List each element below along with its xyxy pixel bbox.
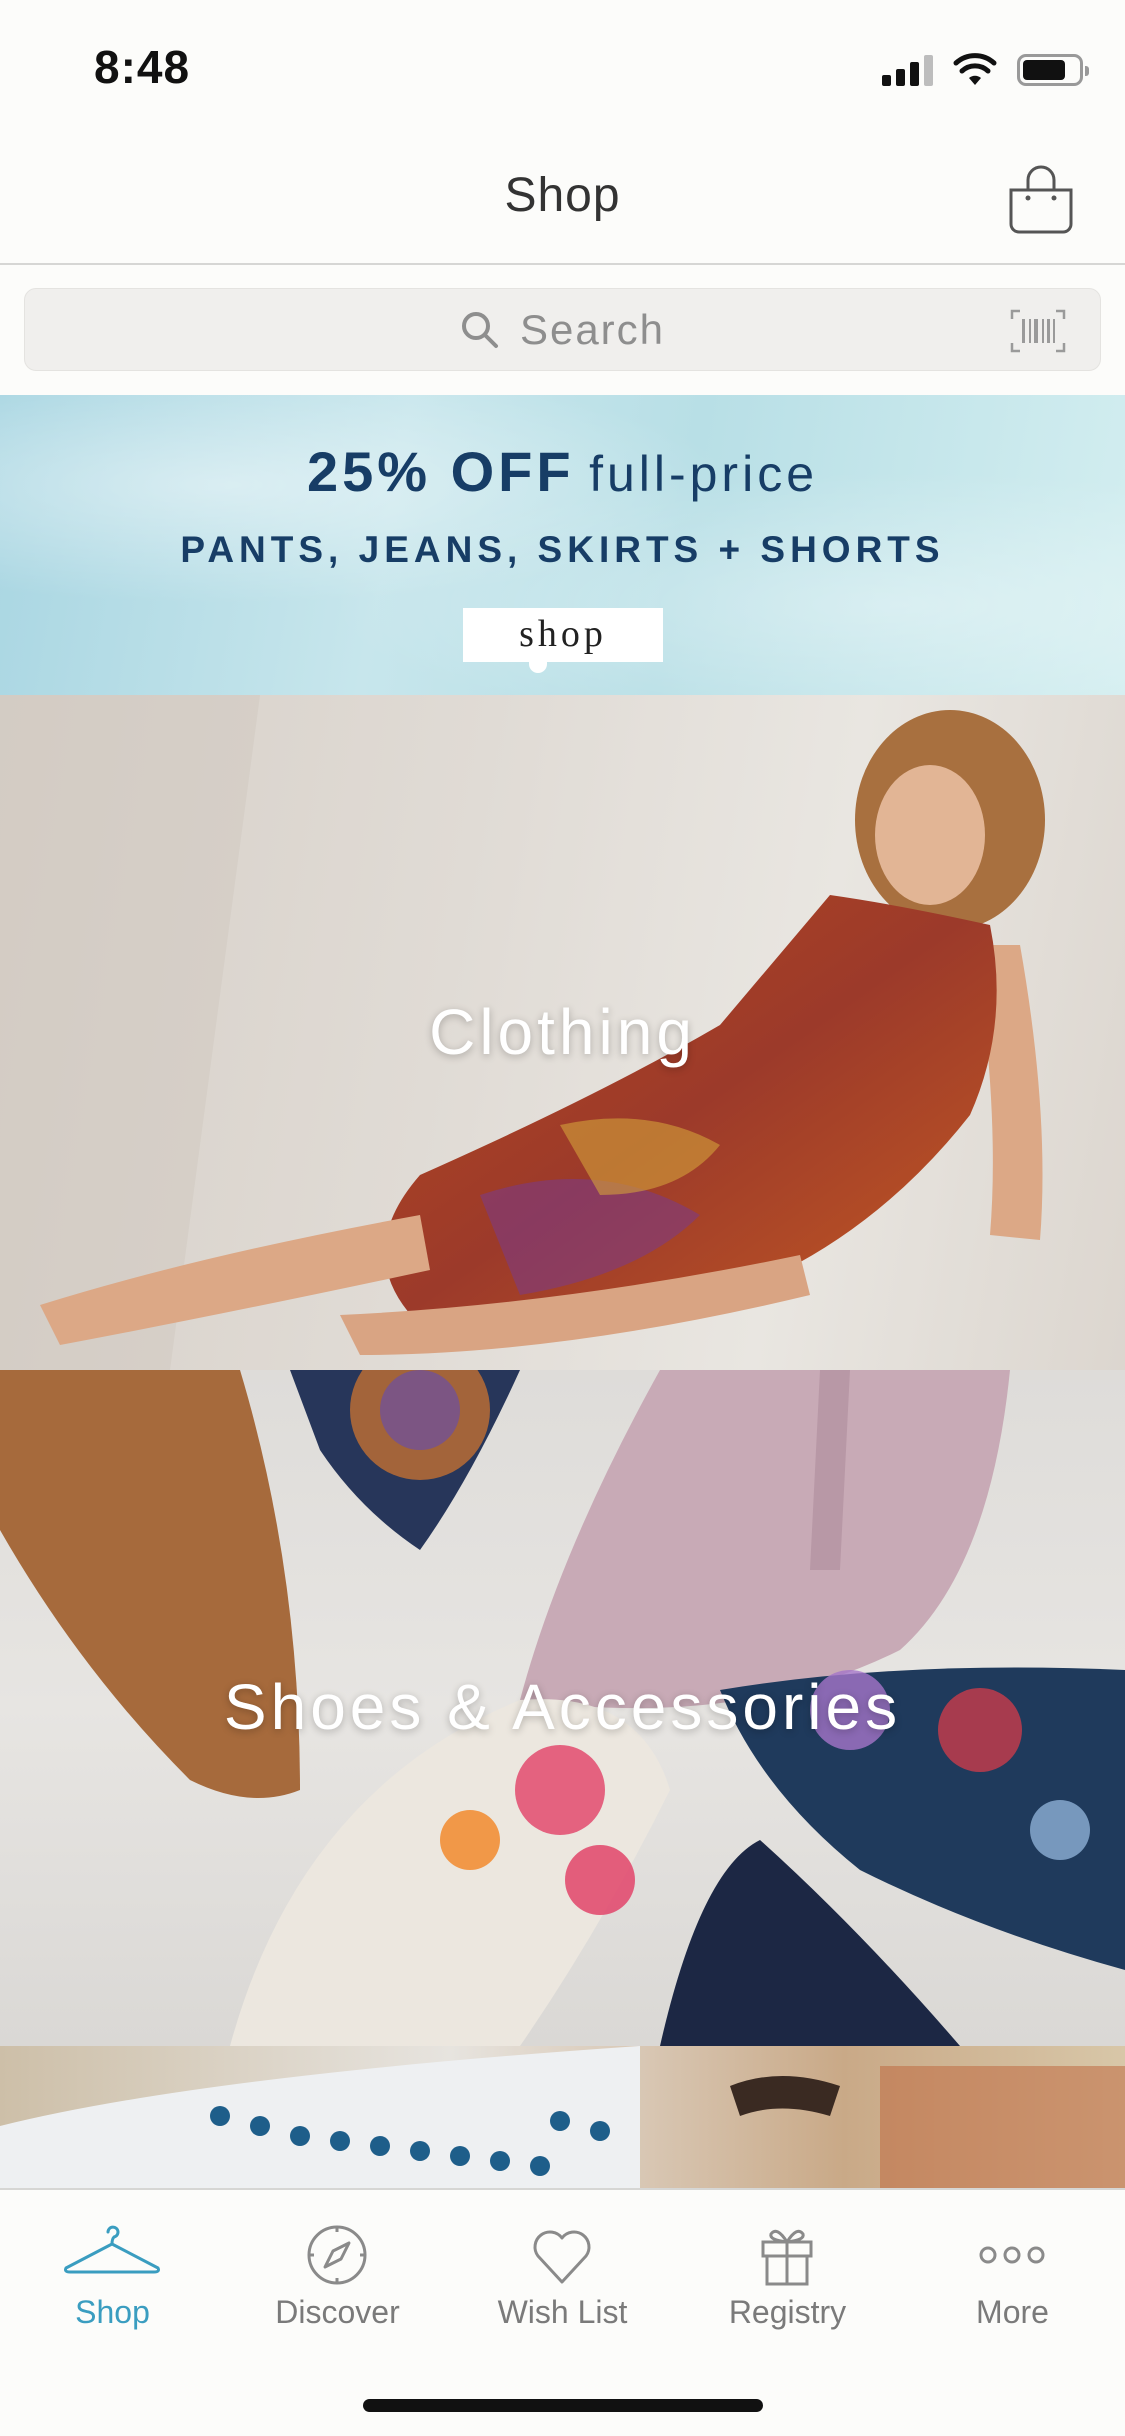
search-icon [461,311,498,348]
tab-label-more: More [976,2294,1049,2330]
category-tile-partial[interactable] [0,2046,1125,2188]
heart-icon [533,2230,591,2284]
nav-header: Shop [0,132,1125,265]
more-dots-icon [979,2246,1045,2264]
promo-categories: PANTS, JEANS, SKIRTS + SHORTS [180,529,945,570]
shopping-bag-icon [1009,165,1073,234]
category-tile-clothing[interactable]: Clothing [0,695,1125,1370]
battery-icon [1017,54,1089,86]
tab-label-registry: Registry [728,2294,847,2330]
status-icons [882,50,1089,90]
category-label-shoes-accessories: Shoes & Accessories [223,1671,902,1743]
carousel-indicator [529,661,547,673]
status-time: 8:48 [94,41,191,93]
compass-icon [307,2225,367,2285]
tab-label-wish-list: Wish List [497,2294,628,2330]
hanger-icon [64,2225,160,2274]
category-photo-partial [0,2046,1125,2188]
tab-wish-list[interactable]: Wish List [450,2190,675,2350]
gift-icon [761,2229,813,2286]
promo-percent: 25% OFF [306,440,575,503]
home-indicator[interactable] [363,2399,763,2412]
status-bar: 8:48 [0,0,1125,132]
category-label-clothing: Clothing [429,996,696,1068]
tab-registry[interactable]: Registry [675,2190,900,2350]
promo-shop-button[interactable]: shop [463,608,663,662]
page-title: Shop [504,169,621,222]
tab-label-shop: Shop [75,2294,150,2330]
cellular-signal-icon [882,54,933,86]
promo-banner[interactable]: 25% OFF full-price PANTS, JEANS, SKIRTS … [0,395,1125,695]
search-bar[interactable]: Search [24,288,1101,371]
promo-headline: 25% OFF full-price [0,439,1125,504]
tab-more[interactable]: More [900,2190,1125,2350]
shopping-bag-button[interactable] [1003,162,1079,238]
tab-discover[interactable]: Discover [225,2190,450,2350]
category-tile-shoes-accessories[interactable]: Shoes & Accessories [0,1370,1125,2046]
barcode-icon [1010,309,1066,353]
wifi-icon [953,53,997,85]
promo-qualifier: full-price [589,446,819,502]
tab-shop[interactable]: Shop [0,2190,225,2350]
tab-bar: Shop Discover Wish List Registry More [0,2188,1125,2436]
tab-label-discover: Discover [275,2294,400,2330]
barcode-scan-button[interactable] [1010,309,1066,353]
search-input[interactable]: Search [520,306,665,354]
